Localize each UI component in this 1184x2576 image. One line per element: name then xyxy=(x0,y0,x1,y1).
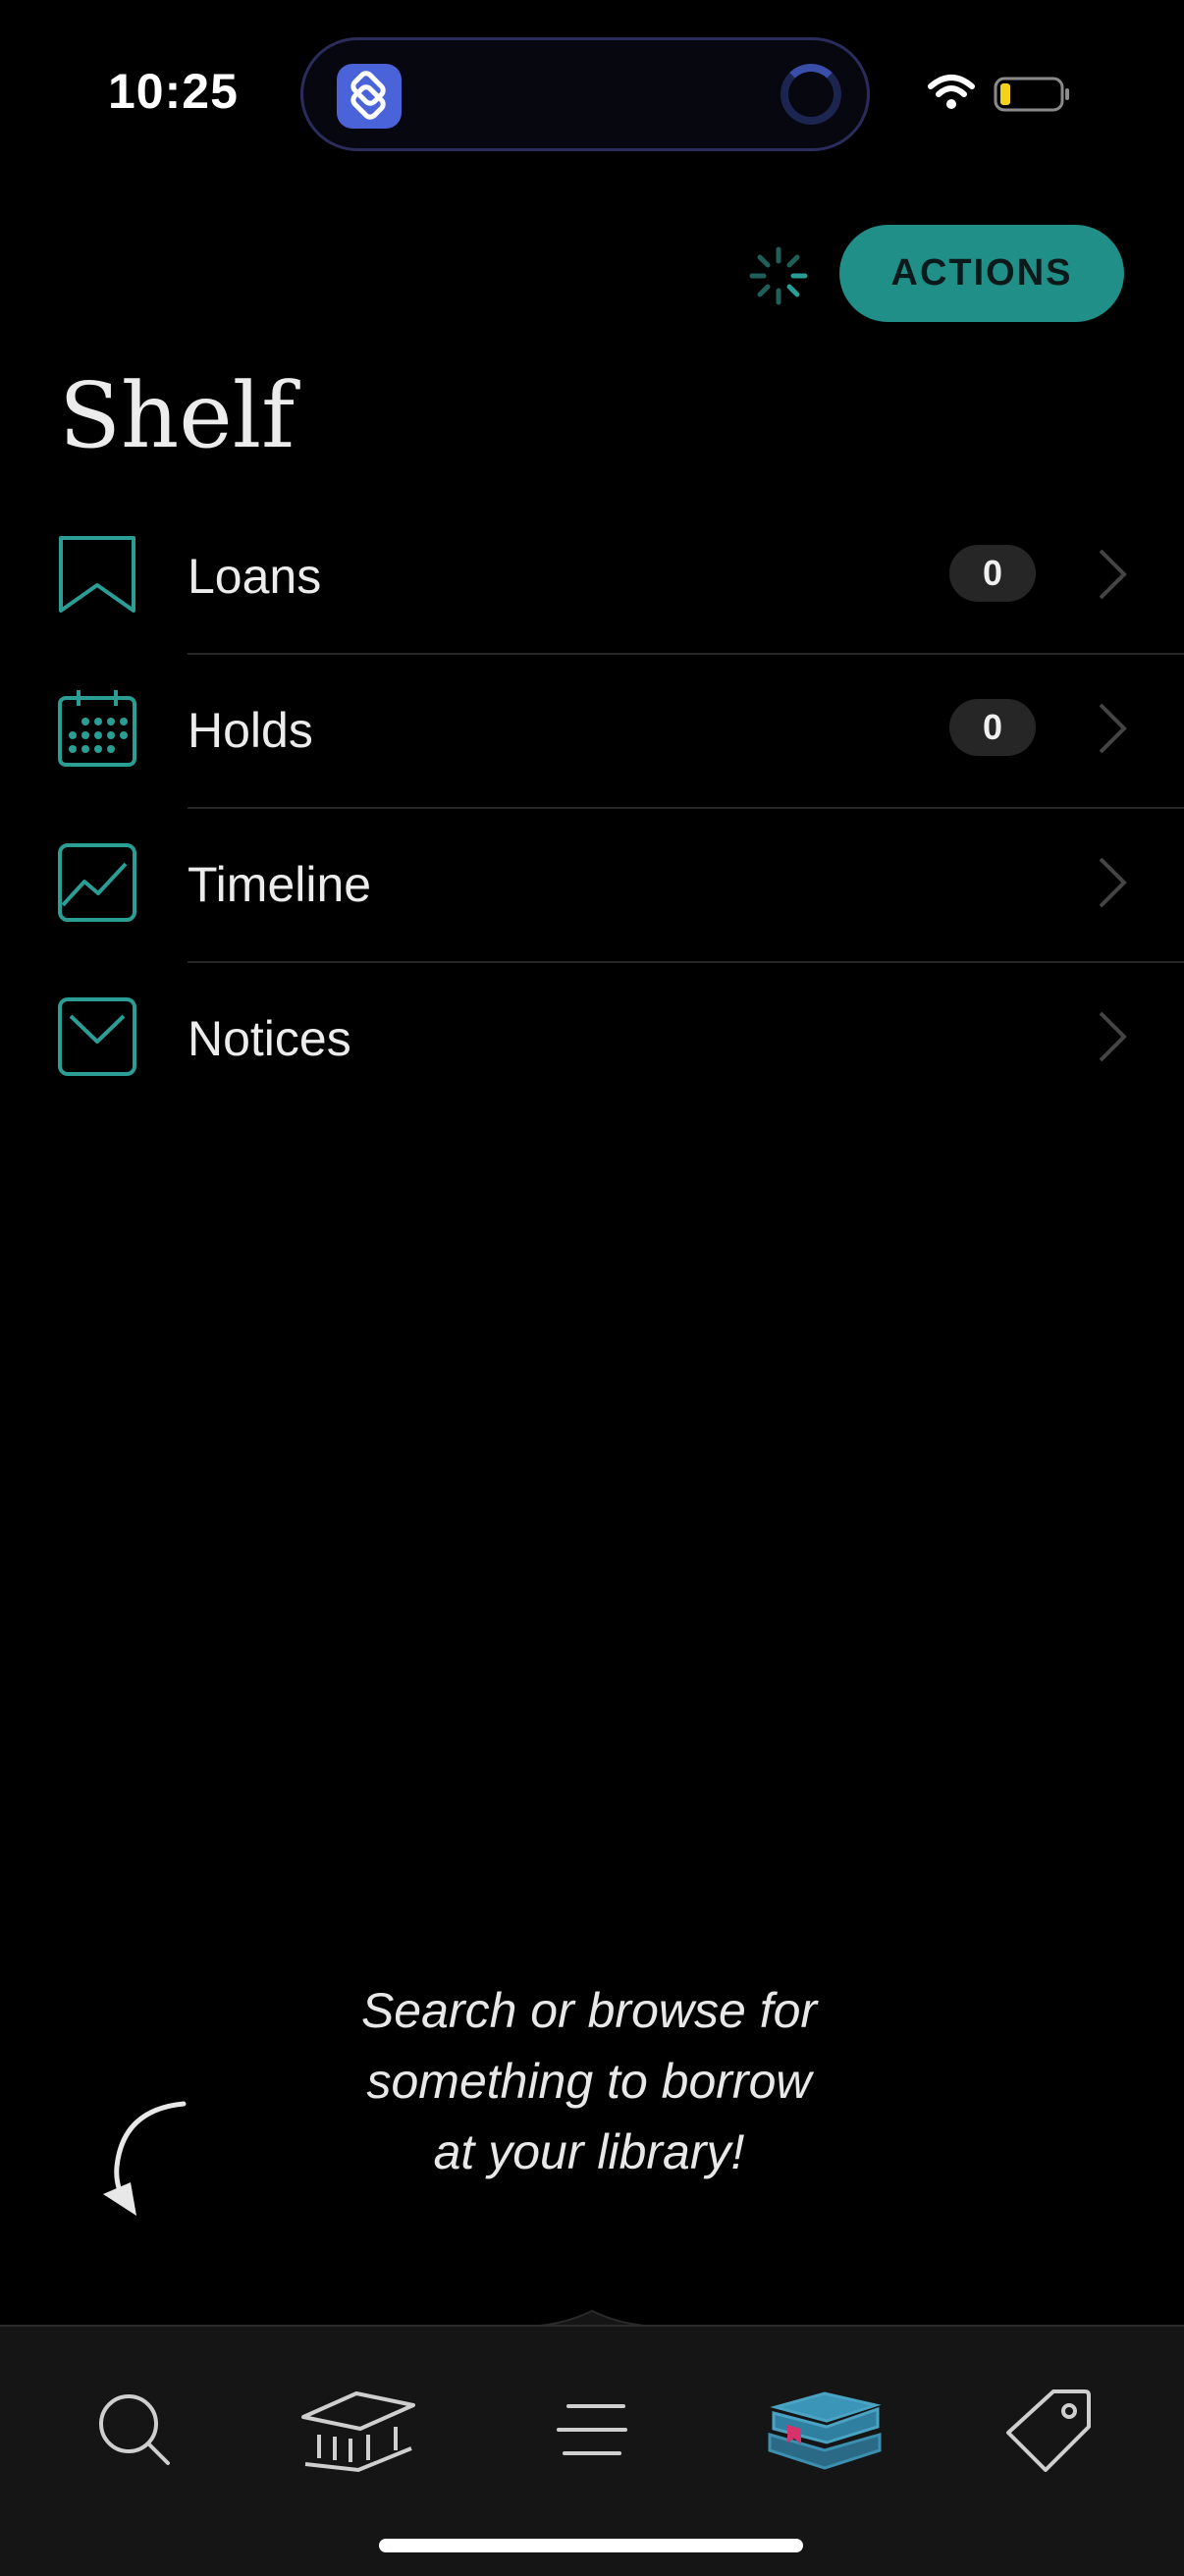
calendar-icon xyxy=(58,690,136,767)
chevron-right-icon xyxy=(1099,857,1127,908)
chart-icon xyxy=(58,843,136,922)
page-title: Shelf xyxy=(59,363,296,468)
tab-search[interactable] xyxy=(71,2366,198,2494)
battery-icon xyxy=(994,77,1069,112)
empty-shelf-hint: Search or browse for something to borrow… xyxy=(295,1975,884,2187)
shelf-item-notices[interactable]: Notices xyxy=(0,963,1184,1117)
curved-arrow-icon xyxy=(103,2101,187,2216)
chevron-right-icon xyxy=(1099,1011,1127,1062)
loading-spinner-icon xyxy=(749,246,808,305)
search-icon xyxy=(99,2394,170,2465)
hint-line: something to borrow xyxy=(366,2054,812,2109)
shelf-item-timeline[interactable]: Timeline xyxy=(0,809,1184,963)
shelf-item-loans[interactable]: Loans 0 xyxy=(0,501,1184,655)
shortcuts-app-icon xyxy=(337,64,402,129)
tab-menu[interactable] xyxy=(528,2366,656,2494)
status-time: 10:25 xyxy=(108,64,239,119)
books-stack-icon xyxy=(768,2391,882,2470)
chevron-right-icon xyxy=(1099,703,1127,754)
shelf-item-label: Holds xyxy=(188,703,313,758)
count-badge: 0 xyxy=(949,699,1036,756)
shelf-list: Loans 0 Holds 0 Timeline Notices xyxy=(0,501,1184,1117)
tag-icon xyxy=(1006,2389,1091,2472)
tab-tags[interactable] xyxy=(985,2366,1112,2494)
dynamic-island[interactable] xyxy=(300,37,870,151)
tab-libraries[interactable] xyxy=(295,2366,422,2494)
shelf-item-holds[interactable]: Holds 0 xyxy=(0,655,1184,809)
tab-shelf[interactable] xyxy=(761,2366,888,2494)
bookmark-icon xyxy=(59,536,135,613)
count-badge: 0 xyxy=(949,545,1036,602)
hint-line: at your library! xyxy=(433,2124,745,2179)
mail-icon xyxy=(58,997,136,1076)
wifi-icon xyxy=(928,75,975,109)
shelf-item-label: Loans xyxy=(188,549,322,604)
home-indicator[interactable] xyxy=(379,2539,803,2552)
menu-icon xyxy=(557,2404,627,2455)
library-building-icon xyxy=(301,2391,415,2473)
actions-button[interactable]: ACTIONS xyxy=(839,225,1124,322)
chevron-right-icon xyxy=(1099,549,1127,600)
hint-line: Search or browse for xyxy=(360,1983,818,2038)
shelf-item-label: Timeline xyxy=(188,857,372,912)
shelf-item-label: Notices xyxy=(188,1011,351,1066)
status-bar: 10:25 xyxy=(0,0,1184,187)
activity-spinner-icon xyxy=(780,64,841,125)
